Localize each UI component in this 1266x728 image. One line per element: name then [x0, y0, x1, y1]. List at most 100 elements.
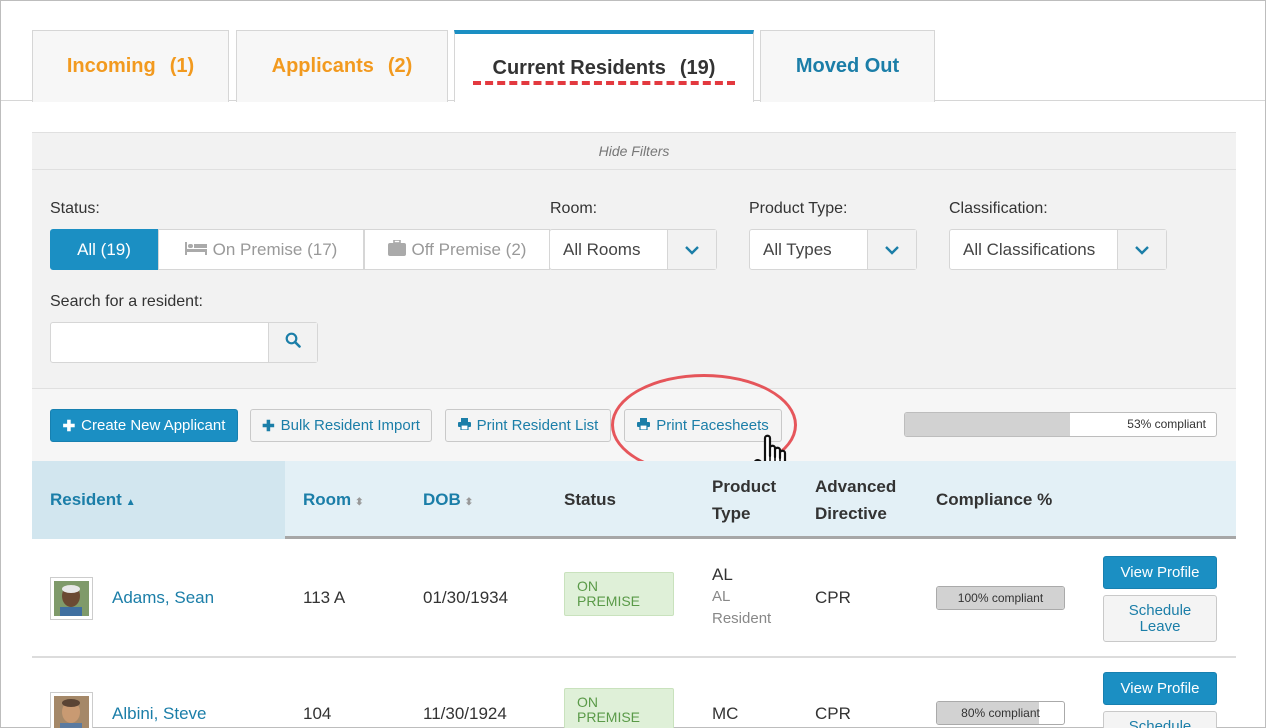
resident-compliance-bar: 80% compliant — [936, 701, 1065, 725]
resident-tabs: Incoming (1) Applicants (2) Current Resi… — [1, 1, 1265, 102]
product-type-code: AL — [712, 565, 733, 584]
schedule-leave-line1: Schedule — [1128, 602, 1192, 619]
status-option-off-premise-label: Off Premise (2) — [411, 239, 527, 259]
product-type-label: Product Type: — [749, 200, 848, 217]
resident-search-input[interactable] — [51, 323, 268, 362]
column-header-product-type-line1: Product — [712, 477, 777, 496]
table-header: Resident ▲ Room ⬍ DOB ⬍ Status Product Type… — [32, 461, 1236, 539]
resident-name-link[interactable]: Albini, Steve — [112, 704, 207, 724]
resident-name-link[interactable]: Adams, Sean — [112, 588, 214, 608]
column-header-compliance: Compliance % — [936, 490, 1053, 509]
column-header-dob[interactable]: DOB ⬍ — [423, 486, 473, 516]
column-header-directive-line1: Advanced — [815, 477, 897, 496]
chevron-down-icon — [1117, 230, 1166, 269]
overall-compliance-fill — [905, 413, 1070, 436]
avatar — [50, 577, 93, 620]
status-option-on-premise[interactable]: On Premise (17) — [158, 229, 364, 270]
sort-icon: ⬍ — [464, 497, 474, 508]
resident-room: 104 — [303, 704, 332, 723]
bulk-resident-import-label: Bulk Resident Import — [280, 417, 420, 434]
filter-panel: Hide Filters Status: All (19) On Premise… — [32, 132, 1236, 388]
resident-dob: 11/30/1924 — [423, 704, 507, 723]
print-resident-list-button[interactable]: Print Resident List — [445, 409, 611, 442]
tab-current-residents-count: (19) — [679, 56, 716, 79]
room-select[interactable]: All Rooms — [549, 229, 717, 270]
tab-incoming-label: Incoming — [66, 55, 156, 77]
plus-icon: ✚ — [62, 417, 76, 435]
tab-moved-out-label: Moved Out — [795, 55, 900, 77]
tab-moved-out[interactable]: Moved Out — [760, 30, 935, 102]
resident-directive: CPR — [815, 704, 851, 723]
status-label: Status: — [50, 200, 100, 217]
status-badge: ON PREMISE — [564, 688, 674, 728]
classification-select-value: All Classifications — [963, 240, 1096, 259]
column-header-resident-label: Resident — [50, 490, 122, 509]
column-header-resident[interactable]: Resident ▲ — [50, 486, 136, 516]
hide-filters-link[interactable]: Hide Filters — [32, 133, 1236, 170]
schedule-leave-line1: Schedule — [1128, 718, 1192, 728]
column-header-product-type-line2: Type — [712, 504, 751, 523]
room-select-value: All Rooms — [563, 240, 641, 259]
resident-directive: CPR — [815, 588, 851, 607]
resident-room: 113 A — [303, 588, 346, 607]
schedule-leave-button[interactable]: Schedule — [1103, 711, 1217, 728]
product-type-select[interactable]: All Types — [749, 229, 917, 270]
status-option-all[interactable]: All (19) — [50, 229, 158, 270]
column-header-room-label: Room — [303, 490, 352, 509]
overall-compliance-bar: 53% compliant — [904, 412, 1217, 437]
sort-icon: ⬍ — [355, 497, 364, 508]
tab-incoming-count: (1) — [169, 55, 195, 77]
room-label: Room: — [550, 200, 598, 217]
schedule-leave-button[interactable]: Schedule Leave — [1103, 595, 1217, 642]
resident-dob: 01/30/1934 — [423, 588, 509, 607]
status-badge-line1: ON — [577, 694, 598, 710]
annotation-underline — [473, 81, 735, 85]
suitcase-icon — [387, 238, 406, 260]
status-badge-line2: PREMISE — [577, 593, 641, 609]
product-type-select-value: All Types — [763, 240, 832, 259]
tab-incoming[interactable]: Incoming (1) — [32, 30, 229, 102]
create-new-applicant-button[interactable]: ✚ Create New Applicant — [50, 409, 238, 442]
print-resident-list-label: Print Resident List — [476, 417, 599, 434]
resident-product-type: MC — [712, 704, 739, 723]
tab-current-residents-label: Current Residents — [492, 56, 666, 79]
search-button[interactable] — [268, 323, 317, 362]
tab-current-residents[interactable]: Current Residents (19) — [454, 30, 754, 102]
search-label: Search for a resident: — [50, 293, 203, 310]
column-header-directive-line2: Directive — [815, 504, 887, 523]
printer-icon — [457, 417, 471, 434]
bulk-resident-import-button[interactable]: ✚ Bulk Resident Import — [250, 409, 432, 442]
search-icon — [285, 332, 301, 353]
status-option-on-premise-label: On Premise (17) — [212, 239, 338, 259]
bed-icon — [184, 241, 207, 259]
chevron-down-icon — [667, 230, 716, 269]
status-option-all-label: All (19) — [77, 239, 131, 259]
schedule-leave-line2: Leave — [1139, 618, 1181, 635]
table-row: Albini, Steve 104 11/30/1924 ON PREMISE … — [32, 658, 1236, 728]
table-row: Adams, Sean 113 A 01/30/1934 ON PREMISE … — [32, 542, 1236, 658]
classification-select[interactable]: All Classifications — [949, 229, 1167, 270]
view-profile-button[interactable]: View Profile — [1103, 672, 1217, 705]
column-header-room[interactable]: Room ⬍ — [303, 486, 364, 516]
classification-label: Classification: — [949, 200, 1048, 217]
resident-search — [50, 322, 318, 363]
chevron-down-icon — [867, 230, 916, 269]
resident-compliance-text: 80% compliant — [961, 706, 1040, 720]
status-badge: ON PREMISE — [564, 572, 674, 616]
resident-compliance-text: 100% compliant — [957, 591, 1044, 605]
tab-applicants-label: Applicants — [271, 55, 374, 77]
product-type-sub2: Resident — [712, 610, 772, 627]
tab-applicants[interactable]: Applicants (2) — [236, 30, 448, 102]
status-badge-line1: ON — [577, 578, 598, 594]
status-badge-line2: PREMISE — [577, 709, 641, 725]
status-option-off-premise[interactable]: Off Premise (2) — [364, 229, 550, 270]
sort-icon: ▲ — [125, 497, 136, 508]
view-profile-button[interactable]: View Profile — [1103, 556, 1217, 589]
column-header-status: Status — [564, 490, 616, 509]
tab-applicants-count: (2) — [387, 55, 413, 77]
resident-compliance-bar: 100% compliant — [936, 586, 1065, 610]
overall-compliance-text: 53% compliant — [1127, 417, 1206, 431]
column-header-product-type: Product Type — [712, 473, 776, 527]
plus-icon: ✚ — [262, 417, 275, 435]
column-header-directive: Advanced Directive — [815, 473, 896, 527]
